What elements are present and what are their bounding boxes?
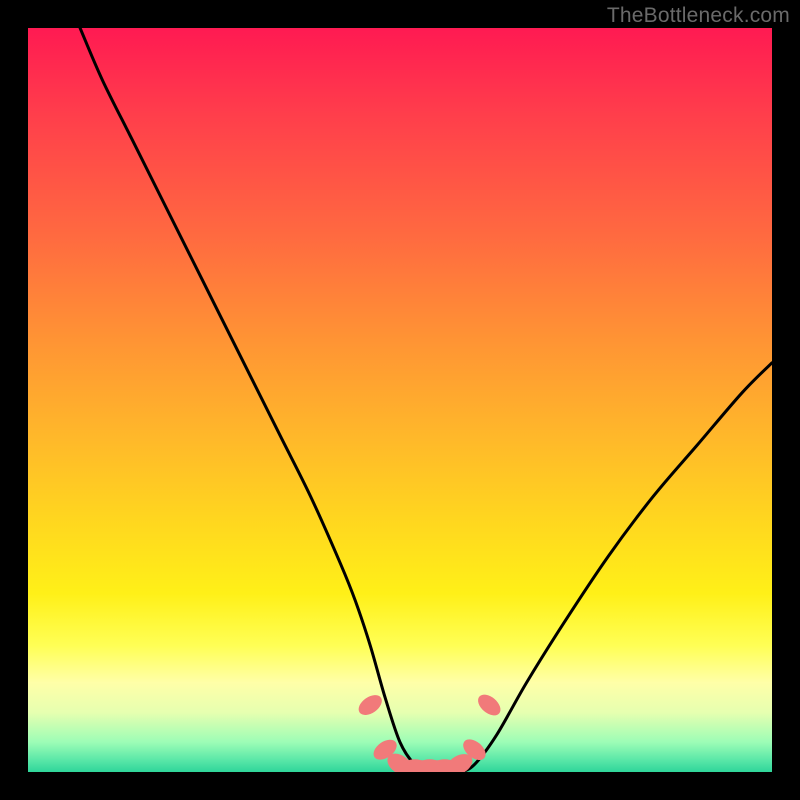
curve-svg — [28, 28, 772, 772]
optimal-marker — [355, 691, 385, 719]
optimal-band — [355, 691, 504, 772]
optimal-marker — [474, 691, 504, 720]
chart-frame: TheBottleneck.com — [0, 0, 800, 800]
bottleneck-curve-path — [80, 28, 772, 772]
watermark-text: TheBottleneck.com — [607, 4, 790, 28]
plot-area — [28, 28, 772, 772]
